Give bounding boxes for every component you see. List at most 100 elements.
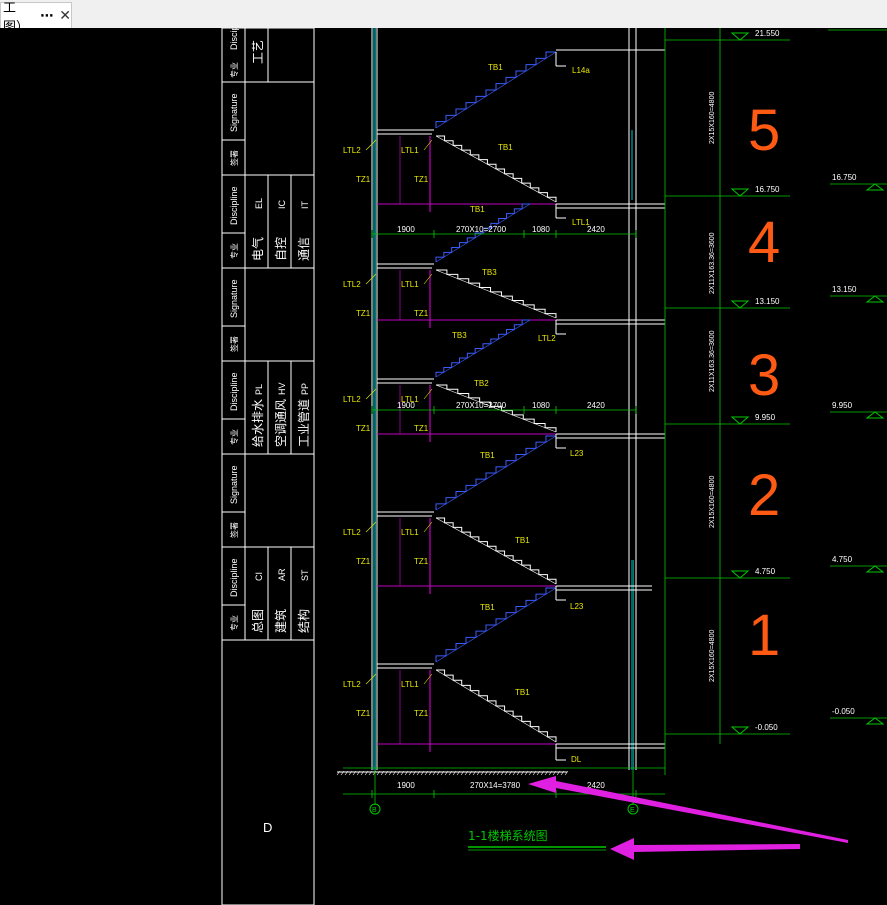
sign-label: 签署 [229, 336, 239, 352]
floor-number: 5 [748, 98, 780, 163]
level-value: 9.950 [755, 413, 776, 422]
level-value: 13.150 [755, 297, 780, 306]
sign-label: 签署 [229, 522, 239, 538]
discipline-label: Discipline [229, 28, 239, 50]
label-tz1: TZ1 [414, 424, 429, 433]
label-tz1: TZ1 [414, 309, 429, 318]
label-tb1: TB1 [480, 603, 495, 612]
discipline-label: Discipline [229, 372, 239, 411]
label-tz1: TZ1 [356, 709, 371, 718]
major-name: 工艺 [251, 40, 265, 64]
label-tb1: TB1 [498, 143, 513, 152]
major-label: 专业 [229, 429, 239, 445]
discipline-name: 给水排水 [251, 399, 265, 447]
dimension-text: 1900 [397, 401, 415, 410]
flight-dimension: 2X15X160=4800 [709, 92, 716, 144]
floor-number: 3 [748, 343, 780, 408]
dimension-text: 1080 [532, 225, 550, 234]
discipline-label: Discipline [229, 558, 239, 597]
discipline-name: 建筑 [273, 609, 288, 633]
major-label: 专业 [229, 62, 239, 78]
label-tb3: TB3 [482, 268, 497, 277]
sign-label: 签署 [229, 150, 239, 166]
discipline-code: HV [277, 382, 287, 395]
dimension-text: 270X14=3780 [470, 781, 521, 790]
signature-label: Signature [229, 93, 239, 132]
label-tb3: TB3 [452, 331, 467, 340]
discipline-code: ST [300, 569, 310, 581]
discipline-code: AR [277, 568, 287, 581]
floor-number: 1 [748, 603, 780, 668]
major-label: 专业 [229, 243, 239, 259]
discipline-code: EL [254, 198, 264, 209]
discipline-name: 通信 [297, 237, 311, 261]
discipline-code: PL [254, 384, 264, 395]
label-tz1: TZ1 [356, 309, 371, 318]
label-tb1: TB1 [480, 451, 495, 460]
discipline-code: IC [277, 199, 287, 209]
more-icon[interactable]: ⋯ [40, 8, 53, 24]
level-value: 16.750 [755, 185, 780, 194]
close-icon[interactable]: ✕ [59, 7, 71, 24]
label-ltl1: LTL1 [401, 280, 419, 289]
label-ltl2: LTL2 [343, 395, 361, 404]
corner-letter: D [263, 820, 272, 835]
tab-bar: 工图） ⋯ ✕ [0, 0, 887, 34]
discipline-code: IT [300, 200, 310, 209]
label-ltl1: LTL1 [401, 528, 419, 537]
discipline-code: CI [254, 572, 264, 581]
discipline-name: 空调通风 [274, 399, 288, 447]
drawing-title: 1-1楼梯系统图 [468, 828, 548, 843]
axis-label: E [630, 807, 635, 814]
level-value: -0.050 [832, 707, 855, 716]
label-ltl1: LTL1 [401, 146, 419, 155]
label-tb1: TB1 [470, 205, 485, 214]
discipline-code: PP [300, 383, 310, 395]
label-tb1: TB1 [515, 536, 530, 545]
label-tz1: TZ1 [414, 175, 429, 184]
label-tb1: TB1 [515, 688, 530, 697]
signature-label: Signature [229, 279, 239, 318]
discipline-label: Discipline [229, 186, 239, 225]
flight-dimension: 2X15X160=4800 [709, 630, 716, 682]
label-tz1: TZ1 [414, 709, 429, 718]
floor-number: 4 [748, 210, 780, 275]
discipline-name: 总图 [251, 609, 265, 633]
axis-label: B [372, 807, 377, 814]
label-tz1: TZ1 [356, 424, 371, 433]
label-ltl2: LTL2 [343, 280, 361, 289]
dimension-text: 270X10=2700 [456, 401, 507, 410]
label-tz1: TZ1 [356, 175, 371, 184]
discipline-name: 自控 [274, 237, 288, 261]
dimension-text: 270X10=2700 [456, 225, 507, 234]
label-tz1: TZ1 [414, 557, 429, 566]
discipline-name: 电气 [250, 237, 265, 261]
label-ltl2: LTL2 [538, 334, 556, 343]
label-tb2: TB2 [474, 379, 489, 388]
level-value: 4.750 [755, 567, 776, 576]
dimension-text: 2420 [587, 401, 605, 410]
level-value: 16.750 [832, 173, 857, 182]
level-value: -0.050 [755, 723, 778, 732]
label-ltl2: LTL2 [343, 680, 361, 689]
dimension-text: 2420 [587, 225, 605, 234]
major-label: 专业 [229, 615, 239, 631]
discipline-name: 工业管道 [296, 399, 311, 447]
label-l23: L23 [570, 449, 584, 458]
label-ltl1: LTL1 [401, 680, 419, 689]
level-value: 21.550 [755, 29, 780, 38]
signature-label: Signature [229, 465, 239, 504]
discipline-name: 结构 [296, 609, 311, 633]
label-l23: L23 [570, 602, 584, 611]
label-ltl2: LTL2 [343, 528, 361, 537]
level-value: 13.150 [832, 285, 857, 294]
label-tb1: TB1 [488, 63, 503, 72]
label-l14a: L14a [572, 66, 590, 75]
label-dl: DL [571, 755, 582, 764]
level-value: 4.750 [832, 555, 853, 564]
document-tab[interactable]: 工图） ⋯ ✕ [0, 0, 72, 34]
flight-dimension: 2X15X160=4800 [709, 476, 716, 528]
flight-dimension: 2X11X163.36=3600 [709, 330, 716, 392]
dimension-text: 1900 [397, 781, 415, 790]
cad-canvas[interactable]: Discipline 工艺专业 Signature 签署 Discipline 专业 EL 电… [0, 28, 887, 905]
